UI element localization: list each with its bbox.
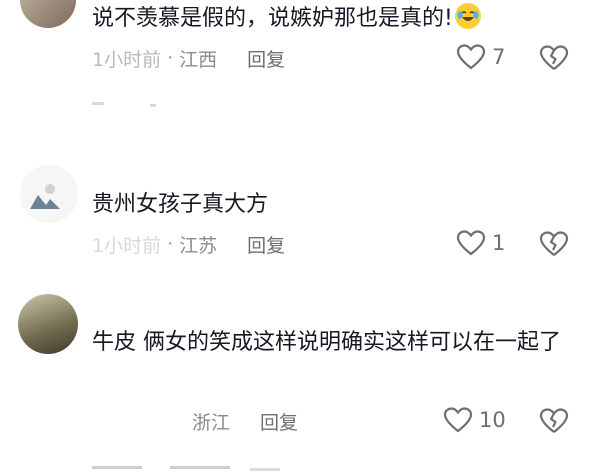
faint-placeholder [92,102,104,105]
comment-meta: 1小时前 · 江西 回复 [92,43,285,73]
comment-item-2: 贵州女孩子真大方 1小时前 · 江苏 回复 1 [0,165,593,275]
avatar[interactable] [20,165,78,223]
like-button[interactable]: 10 [443,406,506,434]
faint-placeholder [250,468,280,471]
comment-time: 1小时前 [92,48,162,71]
comment-location: 江苏 [179,234,218,257]
like-count: 10 [479,408,506,432]
broken-heart-icon[interactable] [539,230,569,258]
comment-item-1: 说不羡慕是假的，说嫉妒那也是真的! 1小时前 · 江西 回复 7 [0,0,593,90]
like-button[interactable]: 1 [456,229,505,257]
like-count: 1 [492,231,506,255]
faint-placeholder [150,104,156,107]
like-button[interactable]: 7 [456,43,505,71]
avatar[interactable] [18,294,78,354]
comment-text: 说不羡慕是假的，说嫉妒那也是真的! [92,0,569,38]
comment-meta: 浙江 回复 [92,406,298,436]
comment-text: 贵州女孩子真大方 [92,192,269,217]
laughing-tears-icon [454,3,481,29]
separator-dot: · [167,233,174,255]
separator-dot: · [167,47,174,69]
heart-icon [443,407,473,433]
reply-button[interactable]: 回复 [260,408,298,435]
reply-button[interactable]: 回复 [247,231,285,258]
comment-item-3: 牛皮 俩女的笑成这样说明确实这样可以在一起了 浙江 回复 10 [0,294,593,444]
comment-text: 牛皮 俩女的笑成这样说明确实这样可以在一起了 [92,330,561,355]
broken-heart-icon[interactable] [539,44,569,72]
comment-time: 1小时前 [92,234,162,257]
faint-placeholder [170,466,230,469]
comment-location: 江西 [179,48,218,71]
faint-placeholder [92,466,142,469]
avatar[interactable] [20,0,76,28]
comment-meta: 1小时前 · 江苏 回复 [92,229,285,259]
comment-location: 浙江 [192,411,231,434]
heart-icon [456,44,486,70]
like-count: 7 [492,45,506,69]
heart-icon [456,230,486,256]
broken-heart-icon[interactable] [539,407,569,435]
reply-button[interactable]: 回复 [247,45,285,72]
